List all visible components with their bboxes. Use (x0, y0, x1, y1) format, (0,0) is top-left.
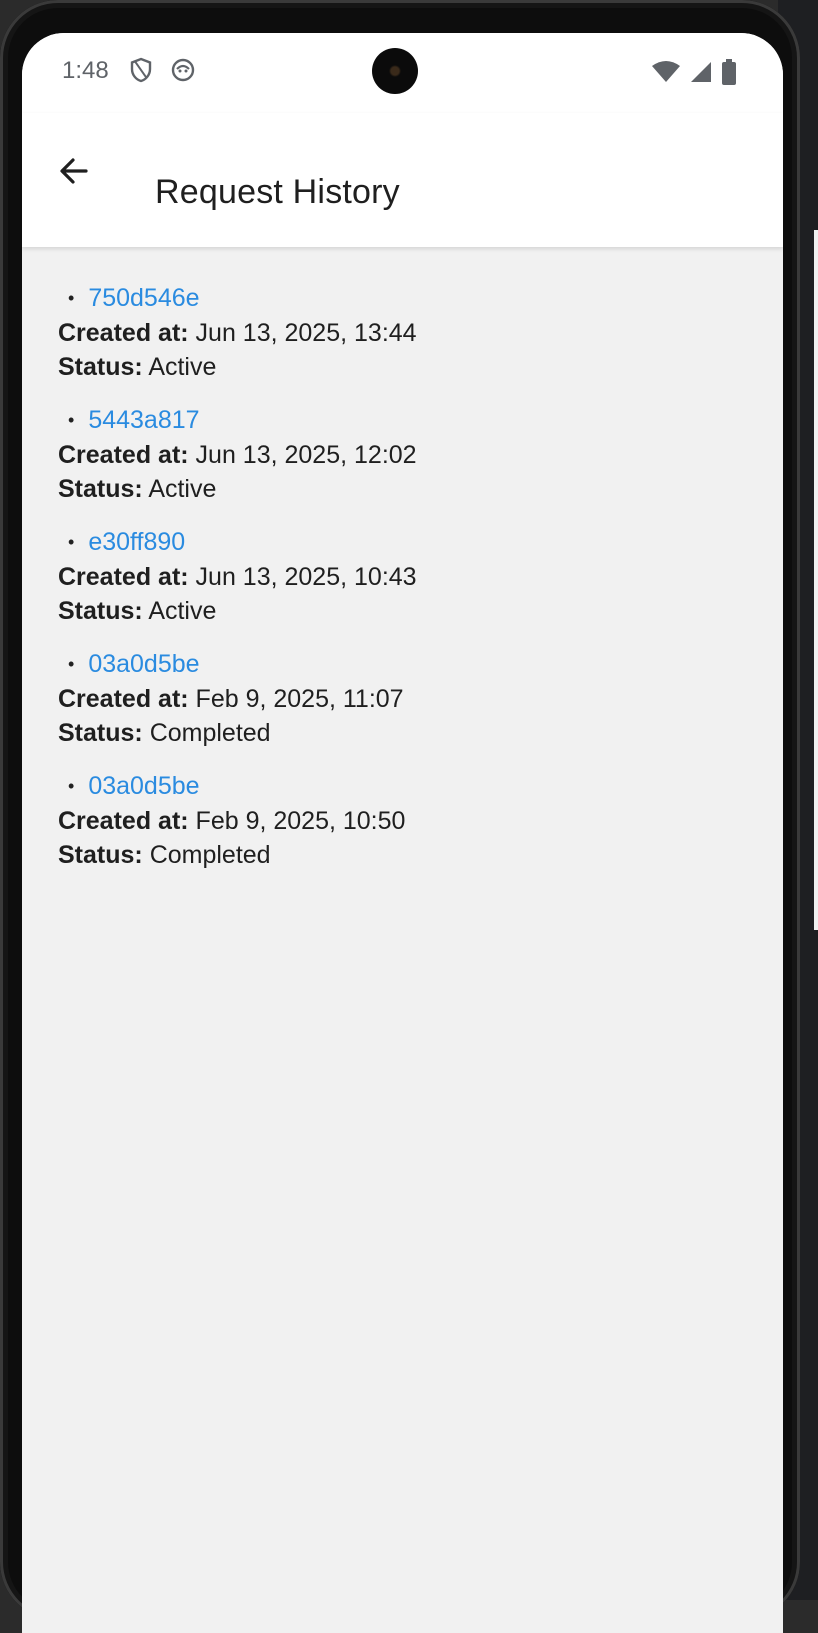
app-notification-icon (170, 57, 196, 88)
created-at-line: Created at: Jun 13, 2025, 10:43 (58, 560, 738, 594)
status-time: 1:48 (62, 57, 109, 84)
battery-icon (721, 59, 737, 90)
request-id-row: • e30ff890 (58, 524, 738, 560)
request-item: • e30ff890 Created at: Jun 13, 2025, 10:… (58, 524, 738, 628)
status-label: Status: (58, 719, 143, 747)
created-at-line: Created at: Feb 9, 2025, 10:50 (58, 804, 738, 838)
bullet-icon: • (68, 653, 75, 674)
screen: 1:48 Request History • 750d546e Created … (22, 33, 783, 1633)
phone-frame: 1:48 Request History • 750d546e Created … (0, 0, 800, 1633)
created-at-value: Jun 13, 2025, 13:44 (195, 319, 417, 347)
request-id-link[interactable]: 5443a817 (88, 406, 199, 435)
status-line: Status: Active (58, 594, 738, 628)
created-at-value: Feb 9, 2025, 10:50 (195, 807, 406, 835)
request-id-link[interactable]: 750d546e (88, 284, 199, 313)
bullet-icon: • (68, 775, 75, 796)
request-item: • 03a0d5be Created at: Feb 9, 2025, 11:0… (58, 646, 738, 750)
shield-icon (130, 57, 152, 88)
request-id-row: • 03a0d5be (58, 768, 738, 804)
request-item: • 750d546e Created at: Jun 13, 2025, 13:… (58, 280, 738, 384)
status-value: Completed (149, 841, 271, 869)
request-id-row: • 5443a817 (58, 402, 738, 438)
status-value: Completed (149, 719, 271, 747)
status-line: Status: Completed (58, 716, 738, 750)
created-at-label: Created at: (58, 685, 189, 713)
request-id-row: • 750d546e (58, 280, 738, 316)
system-icons (651, 59, 737, 90)
arrow-back-icon[interactable] (56, 153, 92, 189)
status-value: Active (148, 597, 217, 625)
page-title: Request History (155, 173, 400, 211)
status-line: Status: Completed (58, 838, 738, 872)
status-label: Status: (58, 841, 143, 869)
status-line: Status: Active (58, 350, 738, 384)
status-value: Active (148, 475, 217, 503)
created-at-label: Created at: (58, 563, 189, 591)
camera-cutout (372, 48, 418, 94)
signal-icon (689, 60, 713, 89)
request-id-row: • 03a0d5be (58, 646, 738, 682)
request-item: • 5443a817 Created at: Jun 13, 2025, 12:… (58, 402, 738, 506)
bullet-icon: • (68, 287, 75, 308)
request-item: • 03a0d5be Created at: Feb 9, 2025, 10:5… (58, 768, 738, 872)
status-bar: 1:48 (22, 33, 783, 113)
created-at-value: Jun 13, 2025, 12:02 (195, 441, 417, 469)
status-label: Status: (58, 353, 143, 381)
created-at-line: Created at: Jun 13, 2025, 12:02 (58, 438, 738, 472)
bullet-icon: • (68, 531, 75, 552)
request-id-link[interactable]: e30ff890 (88, 528, 185, 557)
app-bar: Request History (22, 113, 783, 247)
created-at-value: Jun 13, 2025, 10:43 (195, 563, 417, 591)
status-line: Status: Active (58, 472, 738, 506)
created-at-line: Created at: Feb 9, 2025, 11:07 (58, 682, 738, 716)
created-at-label: Created at: (58, 807, 189, 835)
status-label: Status: (58, 475, 143, 503)
status-value: Active (148, 353, 217, 381)
created-at-label: Created at: (58, 319, 189, 347)
status-label: Status: (58, 597, 143, 625)
request-id-link[interactable]: 03a0d5be (88, 772, 199, 801)
wifi-icon (651, 60, 681, 89)
background-window-edge (814, 230, 818, 930)
bullet-icon: • (68, 409, 75, 430)
created-at-value: Feb 9, 2025, 11:07 (195, 685, 404, 713)
request-id-link[interactable]: 03a0d5be (88, 650, 199, 679)
created-at-label: Created at: (58, 441, 189, 469)
request-list: • 750d546e Created at: Jun 13, 2025, 13:… (58, 280, 738, 890)
created-at-line: Created at: Jun 13, 2025, 13:44 (58, 316, 738, 350)
